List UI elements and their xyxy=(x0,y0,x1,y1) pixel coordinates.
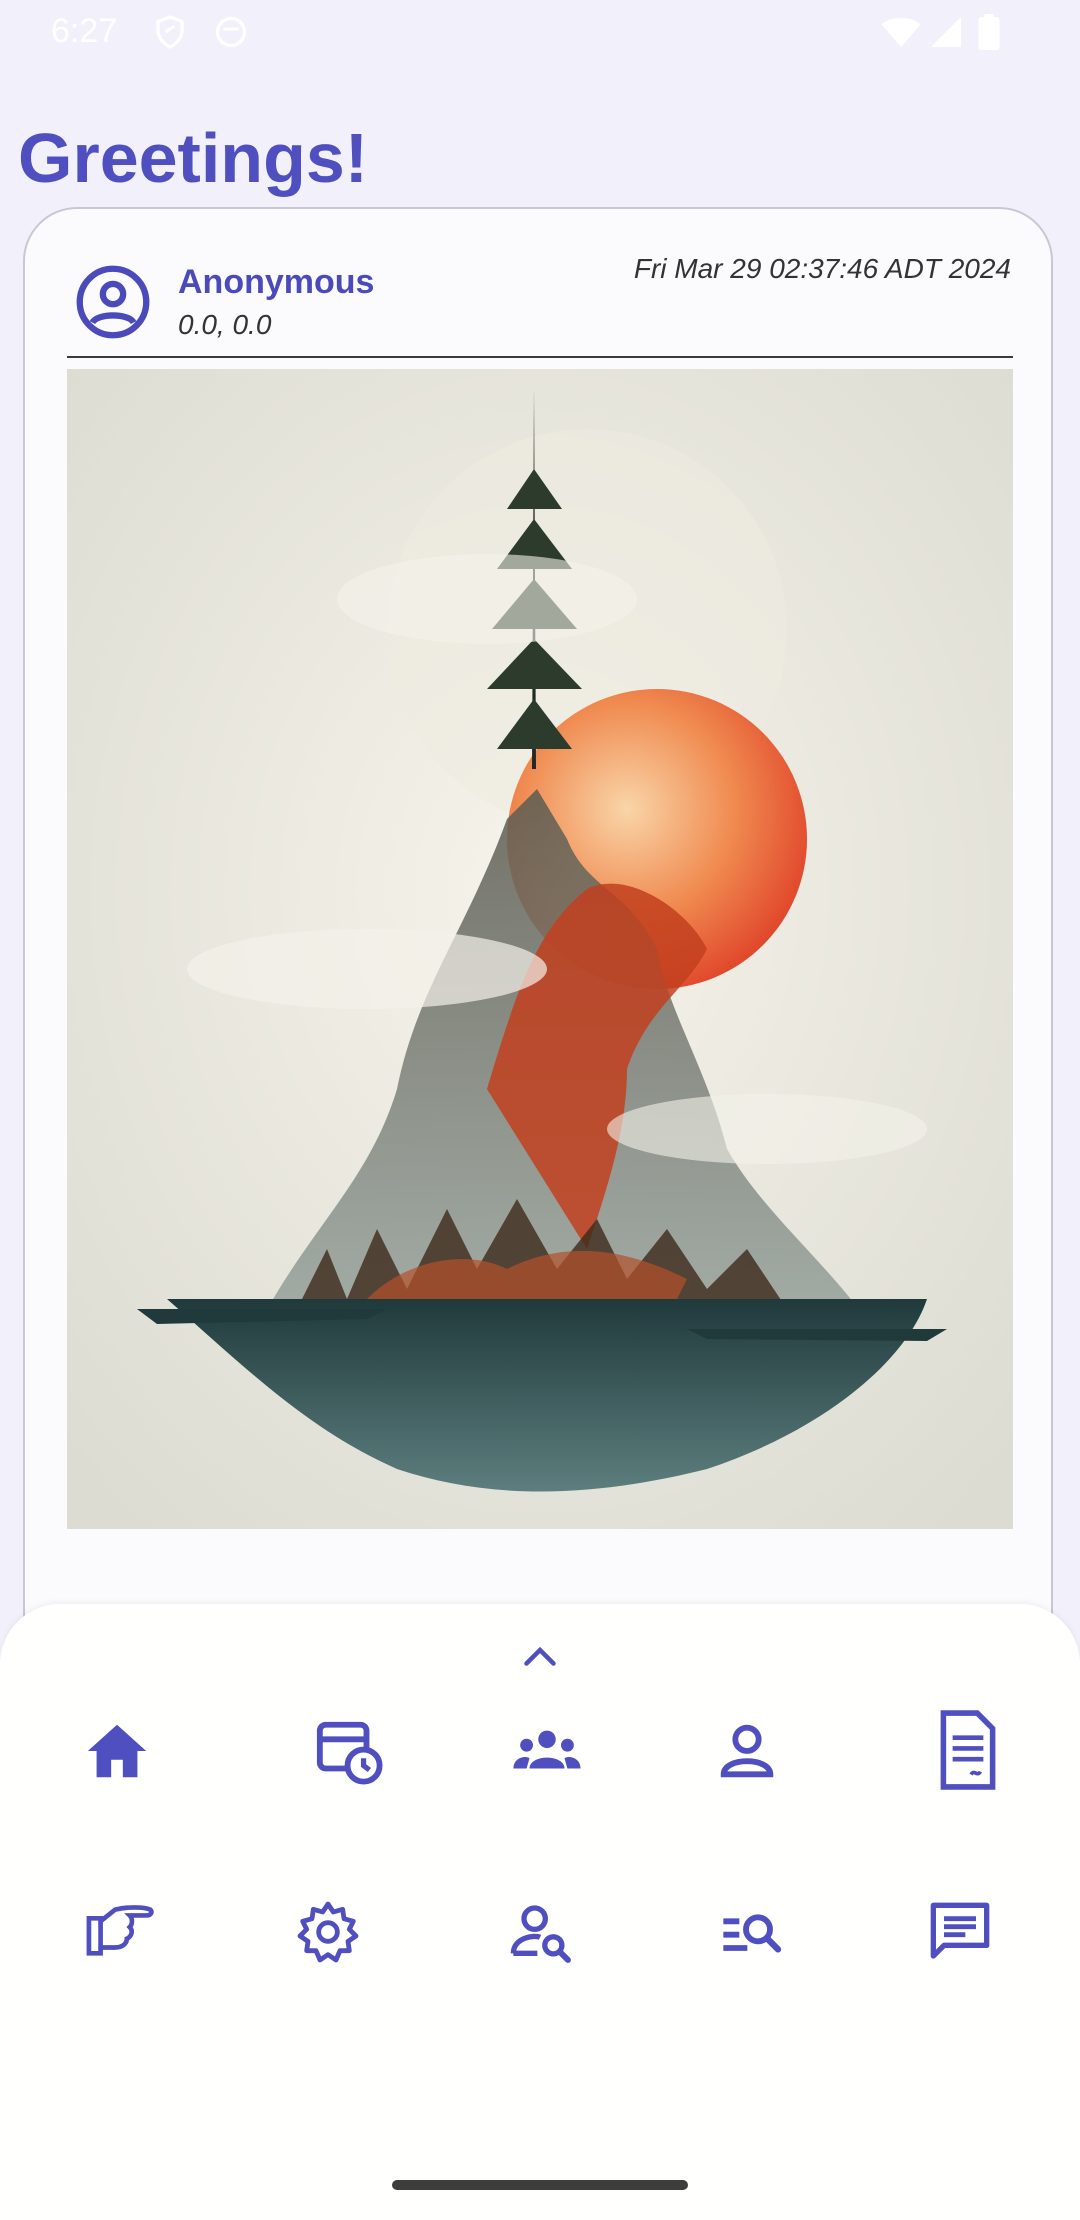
schedule-icon[interactable] xyxy=(314,1716,384,1786)
groups-icon[interactable] xyxy=(512,1716,582,1786)
wifi-icon xyxy=(881,17,921,47)
chevron-up-icon[interactable] xyxy=(522,1644,558,1668)
page-title: Greetings! xyxy=(18,119,369,197)
settings-icon[interactable] xyxy=(296,1900,360,1964)
chat-icon[interactable] xyxy=(928,1900,992,1964)
battery-icon xyxy=(978,14,1000,50)
app-notification-icon xyxy=(215,16,247,48)
divider xyxy=(67,356,1013,358)
post-image[interactable] xyxy=(67,369,1013,1529)
shield-icon xyxy=(156,15,184,49)
home-icon[interactable] xyxy=(82,1716,152,1786)
status-time: 6:27 xyxy=(51,12,118,50)
account-circle-icon[interactable] xyxy=(75,264,151,340)
signal-icon xyxy=(931,17,961,47)
post-timestamp: Fri Mar 29 02:37:46 ADT 2024 xyxy=(633,253,1011,284)
landscape-painting-image xyxy=(67,369,1013,1529)
document-icon[interactable] xyxy=(936,1710,1000,1790)
status-bar: 6:27 xyxy=(0,0,1080,66)
post-author: Anonymous xyxy=(178,263,375,301)
person-search-icon[interactable] xyxy=(508,1900,572,1964)
bottom-navigation-sheet[interactable] xyxy=(0,1604,1080,2220)
pointing-hand-icon[interactable] xyxy=(86,1900,156,1960)
post-coordinates: 0.0, 0.0 xyxy=(178,309,272,340)
person-icon[interactable] xyxy=(712,1716,782,1786)
gesture-navigation-bar[interactable] xyxy=(392,2180,688,2190)
list-search-icon[interactable] xyxy=(718,1900,782,1964)
